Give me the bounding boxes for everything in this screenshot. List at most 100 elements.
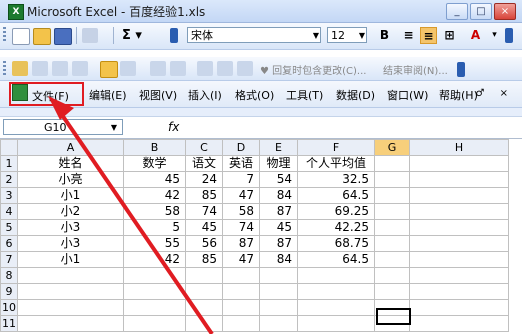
review-icon[interactable] [52, 61, 68, 76]
grid-cell[interactable]: 小1 [17, 187, 124, 204]
align-left-icon[interactable]: ≡ [400, 27, 417, 44]
grid-cell[interactable] [222, 315, 260, 332]
grid-cell[interactable]: 物理 [259, 155, 298, 172]
column-header[interactable]: H [409, 139, 509, 156]
grid-cell[interactable]: 42 [123, 251, 186, 268]
font-name-select[interactable]: 宋体 ▼ [187, 27, 321, 43]
grid-cell[interactable]: 45 [259, 219, 298, 236]
grid-cell[interactable]: 87 [259, 235, 298, 252]
grid-cell[interactable]: 5 [123, 219, 186, 236]
name-box[interactable]: G10 ▼ [3, 119, 123, 135]
review-icon[interactable] [237, 61, 253, 76]
row-header[interactable]: 2 [0, 171, 18, 188]
document-window-controls[interactable]: _ ♂ × [455, 88, 514, 99]
grid-cell[interactable] [222, 283, 260, 300]
grid-cell[interactable] [123, 267, 186, 284]
grid-cell[interactable]: 74 [185, 203, 223, 220]
grid-cell[interactable] [297, 299, 375, 316]
grid-cell[interactable] [409, 219, 509, 236]
row-header[interactable]: 8 [0, 267, 18, 284]
grid-cell[interactable] [17, 283, 124, 300]
reply-with-changes-button[interactable]: ♥ 回复时包含更改(C)... [260, 62, 366, 77]
menu-insert[interactable]: 插入(I) [188, 87, 222, 103]
grid-cell[interactable]: 54 [259, 171, 298, 188]
grid-cell[interactable] [374, 219, 410, 236]
review-icon[interactable] [197, 61, 213, 76]
grid-cell[interactable] [409, 155, 509, 172]
grid-cell[interactable] [185, 283, 223, 300]
active-cell-g10[interactable] [376, 308, 411, 325]
grid-cell[interactable] [123, 283, 186, 300]
menu-tools[interactable]: 工具(T) [286, 87, 323, 103]
grid-cell[interactable]: 小1 [17, 251, 124, 268]
review-icon[interactable] [12, 61, 28, 76]
grid-cell[interactable] [123, 315, 186, 332]
new-document-icon[interactable] [12, 28, 30, 45]
column-header[interactable]: F [297, 139, 375, 156]
toolbar-overflow-icon[interactable] [170, 28, 178, 43]
grid-cell[interactable] [374, 235, 410, 252]
grid-cell[interactable] [374, 203, 410, 220]
column-header[interactable]: G [374, 139, 410, 156]
grid-cell[interactable]: 个人平均值 [297, 155, 375, 172]
maximize-button[interactable]: □ [470, 3, 492, 20]
grid-cell[interactable]: 英语 [222, 155, 260, 172]
grid-cell[interactable]: 87 [259, 203, 298, 220]
grid-cell[interactable]: 56 [185, 235, 223, 252]
grid-cell[interactable] [17, 299, 124, 316]
row-header[interactable]: 6 [0, 235, 18, 252]
review-icon[interactable] [120, 61, 136, 76]
toolbar-grip[interactable] [3, 27, 6, 43]
grid-cell[interactable] [409, 235, 509, 252]
grid-cell[interactable] [185, 267, 223, 284]
grid-cell[interactable] [17, 267, 124, 284]
grid-cell[interactable] [259, 299, 298, 316]
grid-cell[interactable] [259, 315, 298, 332]
row-header[interactable]: 7 [0, 251, 18, 268]
grid-cell[interactable]: 58 [123, 203, 186, 220]
row-header[interactable]: 3 [0, 187, 18, 204]
grid-cell[interactable]: 小3 [17, 219, 124, 236]
grid-cell[interactable]: 68.75 [297, 235, 375, 252]
merge-center-icon[interactable]: ⊞ [441, 27, 458, 44]
grid-cell[interactable]: 24 [185, 171, 223, 188]
minimize-button[interactable]: _ [446, 3, 468, 20]
grid-cell[interactable] [374, 171, 410, 188]
grid-cell[interactable] [409, 171, 509, 188]
menu-window[interactable]: 窗口(W) [387, 87, 428, 103]
row-header[interactable]: 1 [0, 155, 18, 172]
grid-cell[interactable]: 45 [185, 219, 223, 236]
grid-cell[interactable]: 47 [222, 251, 260, 268]
grid-cell[interactable] [297, 283, 375, 300]
row-header[interactable]: 9 [0, 283, 18, 300]
grid-cell[interactable]: 84 [259, 251, 298, 268]
grid-cell[interactable]: 55 [123, 235, 186, 252]
grid-cell[interactable] [259, 267, 298, 284]
row-header[interactable]: 11 [0, 315, 18, 332]
column-header[interactable]: B [123, 139, 186, 156]
open-folder-icon[interactable] [33, 28, 51, 45]
grid-cell[interactable] [374, 187, 410, 204]
grid-cell[interactable]: 小亮 [17, 171, 124, 188]
grid-cell[interactable] [409, 251, 509, 268]
grid-cell[interactable]: 42 [123, 187, 186, 204]
grid-cell[interactable]: 42.25 [297, 219, 375, 236]
select-all-corner[interactable] [0, 139, 18, 156]
bold-button[interactable]: B [376, 27, 393, 44]
grid-cell[interactable]: 85 [185, 251, 223, 268]
grid-cell[interactable]: 小3 [17, 235, 124, 252]
menu-edit[interactable]: 编辑(E) [89, 87, 127, 103]
grid-cell[interactable] [374, 155, 410, 172]
grid-cell[interactable] [222, 267, 260, 284]
align-center-icon[interactable]: ≡ [420, 27, 437, 44]
font-size-select[interactable]: 12 ▼ [327, 27, 367, 43]
review-icon[interactable] [100, 61, 118, 78]
grid-cell[interactable] [17, 315, 124, 332]
grid-cell[interactable]: 语文 [185, 155, 223, 172]
toolbar-overflow-icon[interactable] [457, 62, 465, 77]
grid-cell[interactable]: 7 [222, 171, 260, 188]
grid-cell[interactable] [185, 315, 223, 332]
review-icon[interactable] [217, 61, 233, 76]
menu-format[interactable]: 格式(O) [235, 87, 274, 103]
grid-cell[interactable] [409, 187, 509, 204]
